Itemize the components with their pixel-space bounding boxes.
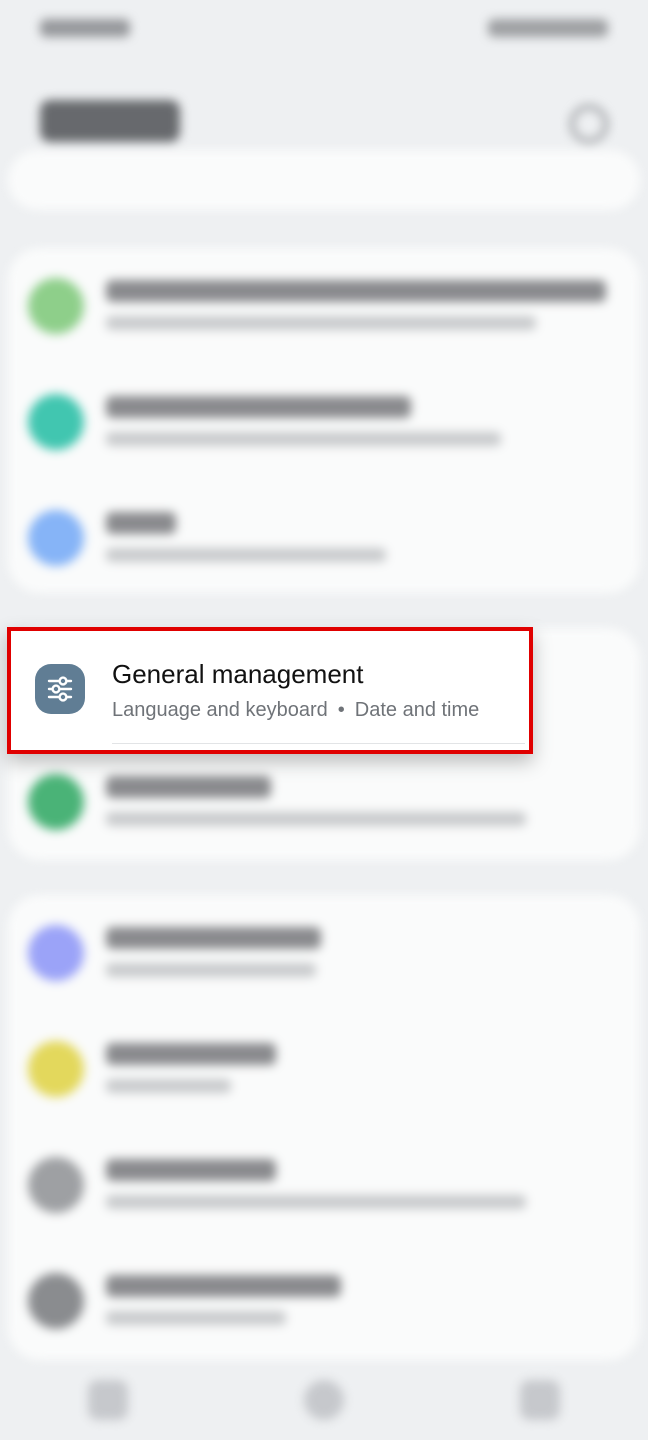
settings-card (8, 895, 640, 1360)
general-management-subtitle: Language and keyboard • Date and time (112, 699, 479, 722)
divider (112, 743, 525, 744)
general-management-item[interactable]: General management Language and keyboard… (7, 627, 533, 754)
software-update-icon (28, 925, 84, 981)
settings-card (8, 248, 640, 593)
navigation-bar (0, 1360, 648, 1440)
subtitle-language: Language and keyboard (112, 699, 328, 721)
recents-icon[interactable] (88, 1380, 128, 1420)
back-icon[interactable] (520, 1380, 560, 1420)
developer-options-icon (28, 1273, 84, 1329)
list-item[interactable] (8, 895, 640, 1011)
general-management-title: General management (112, 659, 364, 689)
list-item[interactable] (8, 480, 640, 596)
sliders-icon (35, 664, 85, 714)
wellbeing-icon (28, 278, 84, 334)
list-item[interactable] (8, 364, 640, 480)
status-time (40, 19, 130, 37)
list-item[interactable] (8, 1011, 640, 1127)
user-manual-icon (28, 1041, 84, 1097)
list-item[interactable] (8, 248, 640, 364)
subtitle-separator: • (337, 699, 345, 721)
list-item[interactable] (8, 1127, 640, 1243)
subtitle-date-time: Date and time (354, 699, 480, 721)
settings-card-top (8, 150, 640, 210)
accessibility-icon (28, 774, 84, 830)
page-title (40, 100, 180, 142)
about-phone-icon (28, 1157, 84, 1213)
home-icon[interactable] (304, 1380, 344, 1420)
list-item[interactable] (8, 744, 640, 860)
status-icons (488, 19, 608, 37)
list-item[interactable] (8, 1243, 640, 1359)
search-icon[interactable] (570, 105, 608, 143)
status-bar (40, 12, 608, 44)
apps-icon (28, 510, 84, 566)
battery-icon (28, 394, 84, 450)
